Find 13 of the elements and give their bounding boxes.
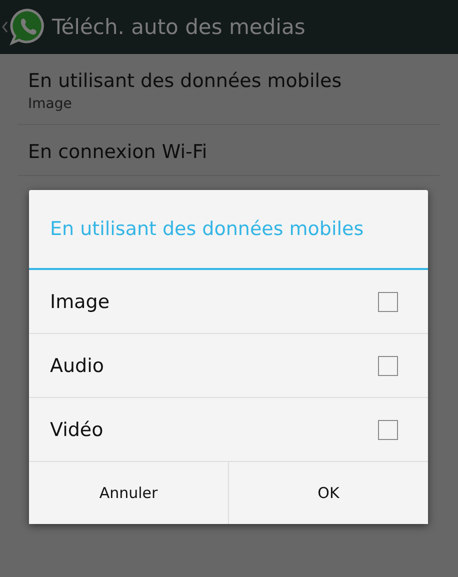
dialog-title: En utilisant des données mobiles — [29, 190, 428, 270]
dialog-button[interactable]: Annuler — [29, 462, 228, 524]
option-label: Image — [50, 290, 110, 312]
option-label: Vidéo — [50, 418, 104, 440]
option-label: Audio — [50, 354, 104, 376]
screen-title: Téléch. auto des medias — [52, 15, 306, 39]
dialog-button[interactable]: OK — [228, 462, 428, 524]
checkbox[interactable] — [378, 356, 398, 376]
back-caret-icon[interactable] — [2, 21, 8, 33]
checkbox[interactable] — [378, 420, 398, 440]
option-row[interactable]: Audio — [29, 334, 428, 398]
checkbox[interactable] — [378, 292, 398, 312]
option-row[interactable]: Image — [29, 270, 428, 334]
